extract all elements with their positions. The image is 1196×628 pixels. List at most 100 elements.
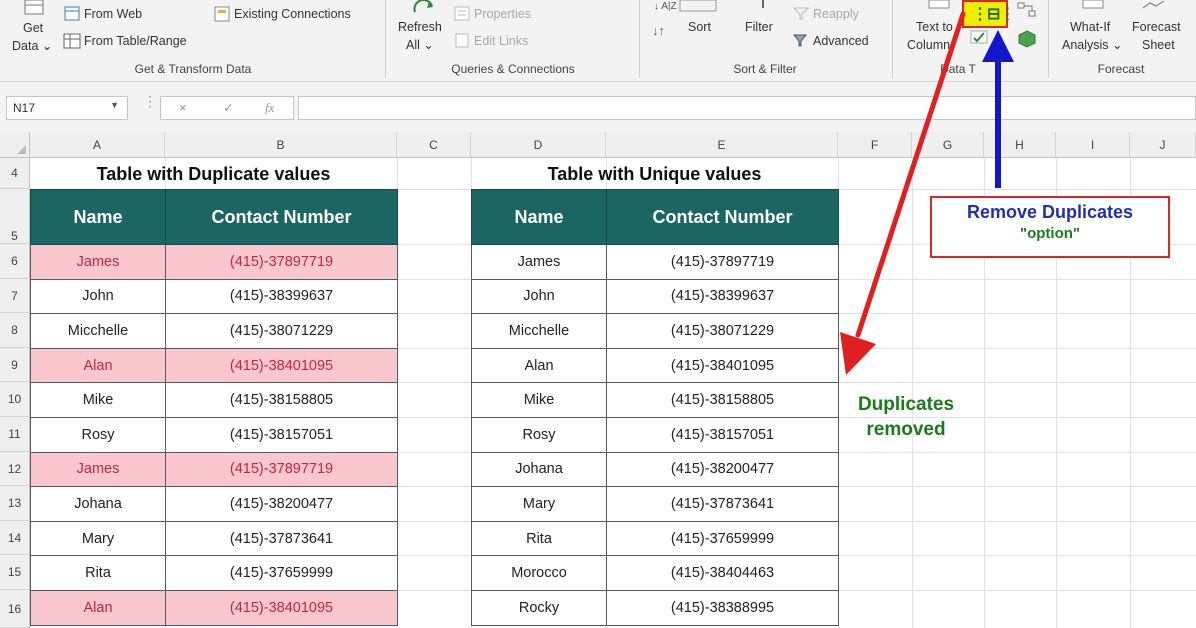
row-header[interactable]: 12 [0,451,30,487]
name-cell[interactable]: Micchelle [471,313,607,349]
contact-number-cell[interactable]: (415)-38200477 [606,451,839,488]
chevron-down-icon[interactable]: ▼ [110,100,119,110]
contact-number-cell[interactable]: (415)-38157051 [606,416,839,453]
sort-icon[interactable]: ↓↑ [652,20,670,40]
row-header[interactable]: 7 [0,278,30,314]
row-header[interactable]: 10 [0,382,30,417]
text-to-columns-label-1[interactable]: Text to [916,20,953,35]
remove-duplicates-button[interactable]: ⋮⊟⋮ [962,0,1015,28]
name-box[interactable]: N17 ▼ [6,96,128,120]
name-cell[interactable]: Rocky [471,589,607,626]
name-cell[interactable]: Rita [30,555,166,591]
svg-text:↓ A|Z: ↓ A|Z [654,1,677,12]
left-name-header[interactable]: Name [30,189,166,245]
reapply-button[interactable]: Reapply [813,7,859,22]
what-if-label-1[interactable]: What-If [1070,20,1110,35]
advanced-button[interactable]: Advanced [813,34,869,49]
contact-number-cell[interactable]: (415)-38200477 [165,486,398,522]
select-all-corner[interactable] [0,132,30,158]
contact-number-cell[interactable]: (415)-37873641 [165,520,398,557]
contact-number-cell[interactable]: (415)-38401095 [606,347,839,384]
name-cell[interactable]: Johana [471,451,607,488]
fx-icon[interactable]: fx [265,100,274,116]
formula-bar-grip-icon[interactable]: ⋮ [143,94,157,108]
what-if-label-2[interactable]: Analysis ⌄ [1062,38,1123,53]
column-header-e[interactable]: E [606,132,838,158]
contact-number-cell[interactable]: (415)-38401095 [165,589,398,626]
name-cell[interactable]: Morocco [471,555,607,591]
contact-number-cell[interactable]: (415)-38157051 [165,416,398,453]
remove-duplicates-icon: ⋮⊟⋮ [972,6,1015,23]
contact-number-cell[interactable]: (415)-38071229 [165,313,398,349]
contact-number-cell[interactable]: (415)-37659999 [606,520,839,557]
manage-data-model-icon[interactable] [1018,30,1036,48]
forecast-sheet-label-2[interactable]: Sheet [1142,38,1175,53]
column-header-d[interactable]: D [471,132,606,158]
data-validation-icon[interactable] [970,30,988,46]
cancel-icon[interactable]: × [179,100,187,115]
column-header-b[interactable]: B [165,132,397,158]
column-header-c[interactable]: C [397,132,471,158]
contact-number-cell[interactable]: (415)-37897719 [165,451,398,488]
text-to-columns-label-2[interactable]: Column [907,38,950,53]
name-cell[interactable]: Alan [471,347,607,384]
column-header-g[interactable]: G [912,132,984,158]
row-header[interactable]: 11 [0,417,30,452]
row-header[interactable]: 4 [0,158,30,189]
right-name-header[interactable]: Name [471,189,607,245]
column-header-a[interactable]: A [30,132,165,158]
reapply-icon [793,7,809,20]
name-cell[interactable]: Alan [30,347,166,384]
contact-number-cell[interactable]: (415)-38401095 [165,347,398,384]
name-cell[interactable]: Mary [471,486,607,522]
left-table-title: Table with Duplicate values [96,164,331,184]
contact-number-cell[interactable]: (415)-37873641 [606,486,839,522]
row-header[interactable]: 8 [0,313,30,348]
contact-number-cell[interactable]: (415)-37897719 [165,244,398,280]
name-cell[interactable]: Micchelle [30,313,166,349]
name-cell[interactable]: Mary [30,520,166,557]
contact-number-cell[interactable]: (415)-38158805 [606,382,839,418]
contact-number-cell[interactable]: (415)-38399637 [606,278,839,315]
sort-az-icon[interactable]: ↓ A|Z [652,0,718,12]
column-header-f[interactable]: F [838,132,912,158]
row-header[interactable]: 16 [0,590,30,628]
row-header[interactable]: 6 [0,244,30,279]
name-cell[interactable]: Rosy [471,416,607,453]
name-cell[interactable]: Mike [30,382,166,418]
formula-input[interactable] [298,96,1196,120]
table-row: Rita (415)-37659999 [30,555,398,591]
name-cell[interactable]: Rosy [30,416,166,453]
name-cell[interactable]: Johana [30,486,166,522]
left-contact-header[interactable]: Contact Number [165,189,398,245]
name-cell[interactable]: James [30,244,166,280]
right-contact-header[interactable]: Contact Number [606,189,839,245]
column-header-i[interactable]: I [1056,132,1130,158]
filter-button[interactable]: Filter [745,20,773,35]
sort-button[interactable]: Sort [688,20,711,35]
enter-icon[interactable]: ✓ [223,100,234,116]
name-cell[interactable]: James [471,244,607,280]
row-header[interactable]: 5 [0,189,30,244]
contact-number-cell[interactable]: (415)-38399637 [165,278,398,315]
contact-number-cell[interactable]: (415)-38158805 [165,382,398,418]
contact-number-cell[interactable]: (415)-37659999 [165,555,398,591]
name-cell[interactable]: John [471,278,607,315]
contact-number-cell[interactable]: (415)-38388995 [606,589,839,626]
name-cell[interactable]: Mike [471,382,607,418]
name-cell[interactable]: Alan [30,589,166,626]
name-cell[interactable]: Rita [471,520,607,557]
name-cell[interactable]: John [30,278,166,315]
relationships-icon[interactable] [1017,2,1037,18]
row-header[interactable]: 9 [0,347,30,383]
name-cell[interactable]: James [30,451,166,488]
forecast-sheet-label-1[interactable]: Forecast [1132,20,1181,35]
column-header-j[interactable]: J [1130,132,1196,158]
contact-number-cell[interactable]: (415)-38071229 [606,313,839,349]
row-header[interactable]: 14 [0,520,30,556]
row-header[interactable]: 15 [0,555,30,590]
contact-number-cell[interactable]: (415)-38404463 [606,555,839,591]
row-header[interactable]: 13 [0,486,30,521]
contact-number-cell[interactable]: (415)-37897719 [606,244,839,280]
column-header-h[interactable]: H [984,132,1056,158]
